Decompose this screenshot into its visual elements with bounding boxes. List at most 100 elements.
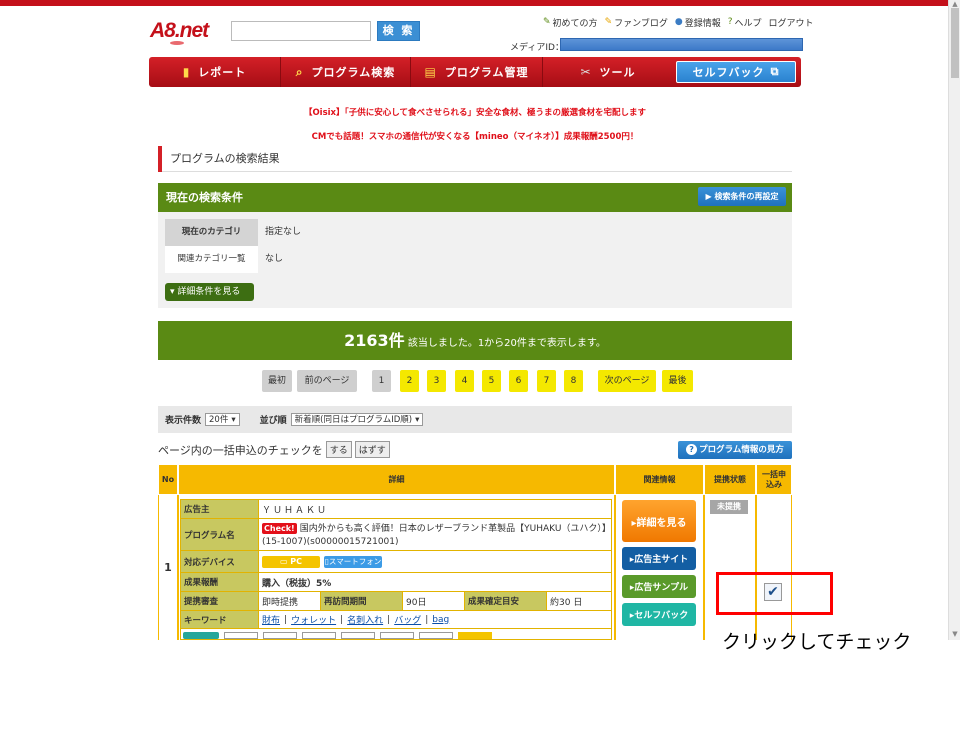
condition-row-category: 現在のカテゴリ 指定なし <box>165 219 301 246</box>
banner-thumb[interactable] <box>183 632 219 639</box>
reset-conditions-button[interactable]: ▶ 検索条件の再設定 <box>698 187 786 206</box>
nav-self-back-button[interactable]: セルフバック ⧉ <box>676 61 796 83</box>
media-id-label: メディアID： <box>510 43 564 53</box>
magnifier-icon: ⌕ <box>295 64 304 79</box>
vertical-scrollbar[interactable]: ▲ ▼ <box>948 0 960 640</box>
display-count-select[interactable]: 20件 ▾ <box>205 413 240 426</box>
separator: | <box>425 614 429 625</box>
scroll-up-icon[interactable]: ▲ <box>950 0 960 8</box>
keyword-link[interactable]: 名刺入れ <box>347 613 383 626</box>
banner-thumb[interactable] <box>419 632 453 639</box>
program-info-guide-button[interactable]: ? プログラム情報の見方 <box>678 441 792 459</box>
row-number: 1 <box>158 495 178 640</box>
window-icon: ⧉ <box>770 65 780 78</box>
pager-page-7[interactable]: 7 <box>537 370 556 392</box>
col-header-related: 関連情報 <box>615 464 704 495</box>
bulk-check-all-button[interactable]: する <box>325 441 352 458</box>
detail-key: 提携審査 <box>181 592 259 610</box>
keyword-link[interactable]: 財布 <box>262 613 280 626</box>
nav-program-management-label: プログラム管理 <box>444 66 529 79</box>
pager-page-8[interactable]: 8 <box>564 370 583 392</box>
scroll-thumb[interactable] <box>951 8 959 78</box>
banner-thumb[interactable] <box>341 632 375 639</box>
pager-first[interactable]: 最初 <box>262 370 292 392</box>
pager-page-5[interactable]: 5 <box>482 370 501 392</box>
detail-key: プログラム名 <box>181 519 259 550</box>
pager-page-4[interactable]: 4 <box>455 370 474 392</box>
advertiser-name: ＹＵＨＡＫＵ <box>262 505 329 516</box>
util-link[interactable]: ✎ ファンブログ <box>605 16 668 29</box>
bulk-uncheck-all-button[interactable]: はずす <box>354 441 390 458</box>
nav-tools[interactable]: ✂ ツール <box>543 57 673 87</box>
banner-thumb[interactable] <box>458 632 492 639</box>
banner-thumb[interactable] <box>263 632 297 639</box>
nav-report[interactable]: ▮ レポート <box>149 57 281 87</box>
keyword-link[interactable]: bag <box>432 615 449 625</box>
review-value: 即時提携 <box>259 592 321 610</box>
util-link[interactable]: ? ヘルプ <box>728 16 762 29</box>
nav-program-search[interactable]: ⌕ プログラム検索 <box>281 57 411 87</box>
search-input[interactable] <box>231 21 371 41</box>
detail-key: 対応デバイス <box>181 551 259 572</box>
keyword-link[interactable]: バッグ <box>394 613 421 626</box>
confirm-value: 約30 日 <box>550 597 583 608</box>
condition-value: 指定なし <box>265 227 302 237</box>
pager-next[interactable]: 次のページ <box>598 370 656 392</box>
a8net-logo[interactable]: A8.net <box>150 19 214 45</box>
pager-page-3[interactable]: 3 <box>427 370 446 392</box>
media-id-select[interactable] <box>560 38 803 51</box>
page-title: プログラムの検索結果 <box>158 146 792 172</box>
promo-link-mineo[interactable]: CMでも話題！スマホの通信代が安くなる【mineo（マイネオ）】成果報酬2500… <box>150 130 800 142</box>
util-link-label: ヘルプ <box>734 18 762 29</box>
scroll-down-icon[interactable]: ▼ <box>950 630 960 638</box>
device-pc-label: PC <box>290 556 303 566</box>
pager-page-2[interactable]: 2 <box>400 370 419 392</box>
self-back-button[interactable]: ▸セルフバック <box>622 603 696 626</box>
result-text: 該当しました。1から20件まで表示します。 <box>404 338 606 349</box>
banner-thumb[interactable] <box>380 632 414 639</box>
pager-page-6[interactable]: 6 <box>509 370 528 392</box>
condition-row-related: 関連カテゴリ一覧 なし <box>165 246 283 273</box>
search-conditions-title: 現在の検索条件 <box>158 183 792 212</box>
wrench-icon: ✂ <box>580 65 592 79</box>
pager-last[interactable]: 最後 <box>662 370 693 392</box>
detail-key: 成果確定目安 <box>465 592 547 610</box>
detail-key: 広告主 <box>181 500 259 518</box>
detail-row-reward: 成果報酬 購入（税抜）5% <box>181 573 611 592</box>
util-link[interactable]: ✎ 初めての方 <box>543 16 598 29</box>
util-link[interactable]: ログアウト <box>769 16 814 29</box>
pager-prev[interactable]: 前のページ <box>297 370 357 392</box>
title-accent-bar <box>158 146 162 172</box>
nav-program-management[interactable]: ▤ プログラム管理 <box>411 57 543 87</box>
condition-key: 現在のカテゴリ <box>165 219 258 246</box>
dropdown-arrow-icon: ▾ <box>231 414 236 425</box>
condition-value: なし <box>265 254 284 264</box>
detail-key: 成果報酬 <box>181 573 259 591</box>
view-details-button[interactable]: ▸詳細を見る <box>622 500 696 542</box>
banner-thumb[interactable] <box>224 632 258 639</box>
check-badge: Check! <box>262 523 297 534</box>
nav-self-back-label: セルフバック <box>692 66 765 79</box>
status-badge: 未提携 <box>710 500 748 514</box>
keyword-link[interactable]: ウォレット <box>291 613 336 626</box>
detail-row-program: プログラム名 Check! 国内外からも高く評価！日本のレザーブランド革製品【YU… <box>181 519 611 551</box>
separator: | <box>340 614 344 625</box>
util-link-icon: ✎ <box>604 17 613 27</box>
ad-sample-button[interactable]: ▸広告サンプル <box>622 575 696 598</box>
sort-bar: 表示件数 20件 ▾ 並び順 新着順(同日はプログラムID順) ▾ <box>158 406 792 433</box>
status-cell <box>704 495 756 640</box>
show-detail-conditions-button[interactable]: ▾ 詳細条件を見る <box>165 283 254 301</box>
nav-tools-label: ツール <box>599 66 636 79</box>
detail-row-device: 対応デバイス ▭ PC ▯スマートフォン <box>181 551 611 573</box>
sort-order-value: 新着順(同日はプログラムID順) <box>294 414 413 425</box>
detail-row-review: 提携審査 即時提携 再訪問期間 90日 成果確定目安 約30 日 <box>181 592 611 611</box>
util-link[interactable]: ● 登録情報 <box>675 16 721 29</box>
banner-thumbnails <box>181 629 611 639</box>
program-name: 国内外からも高く評価！日本のレザーブランド革製品【YUHAKU（ユハク）】(15… <box>262 524 611 547</box>
banner-thumb[interactable] <box>302 632 336 639</box>
search-button[interactable]: 検 索 <box>377 21 420 41</box>
advertiser-site-button[interactable]: ▸広告主サイト <box>622 547 696 570</box>
promo-link-oisix[interactable]: 【Oisix】「子供に安心して食べさせられる」安全な食材、極うまの厳選食材を宅配… <box>150 106 800 118</box>
pager-page-1[interactable]: 1 <box>372 370 391 392</box>
sort-order-select[interactable]: 新着順(同日はプログラムID順) ▾ <box>290 413 424 426</box>
